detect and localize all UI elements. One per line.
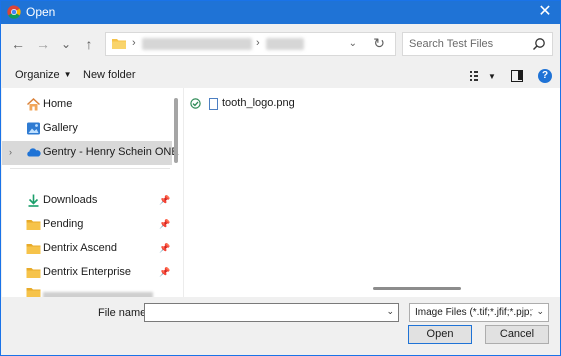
- view-options-icon[interactable]: [470, 70, 484, 82]
- command-bar: Organize ▼ New folder ▼ ?: [1, 65, 560, 87]
- divider: [10, 168, 170, 169]
- download-icon: [28, 194, 39, 207]
- gallery-icon: [27, 122, 40, 135]
- folder-icon: [26, 220, 41, 230]
- folder-icon: [112, 39, 126, 49]
- breadcrumb-chevron-icon: ›: [256, 37, 260, 49]
- sidebar-item-dentrix-ascend[interactable]: Dentrix Ascend 📌: [2, 237, 172, 261]
- navigation-pane: Home Gallery › Gentry - Henry Schein ONE: [2, 88, 184, 297]
- folder-icon: [26, 288, 41, 297]
- preview-pane-icon[interactable]: [511, 70, 523, 82]
- chevron-down-icon[interactable]: ⌄: [386, 306, 394, 317]
- new-folder-button[interactable]: New folder: [83, 69, 136, 81]
- search-box[interactable]: Search Test Files: [402, 32, 553, 56]
- address-dropdown-icon[interactable]: ⌄: [349, 38, 357, 49]
- organize-button[interactable]: Organize ▼: [15, 69, 72, 81]
- close-button[interactable]: ✕: [536, 3, 554, 21]
- file-list: tooth_logo.png: [184, 88, 560, 297]
- up-button[interactable]: ↑: [80, 35, 98, 53]
- breadcrumb-item-blurred[interactable]: [266, 38, 304, 50]
- breadcrumb-item-blurred[interactable]: [142, 38, 252, 50]
- sidebar-item-label: Home: [43, 98, 73, 110]
- sidebar-item-label: Dentrix Enterprise: [43, 266, 132, 278]
- folder-icon: [26, 244, 41, 254]
- help-icon[interactable]: ?: [538, 69, 552, 83]
- chevron-down-icon[interactable]: ⌄: [536, 306, 544, 317]
- pin-icon: 📌: [159, 195, 171, 205]
- caret-down-icon: ▼: [63, 70, 72, 79]
- sidebar-item-label: Pending: [43, 218, 84, 230]
- sidebar-item-downloads[interactable]: Downloads 📌: [2, 189, 172, 213]
- file-type-select[interactable]: Image Files (*.tif;*.jfif;*.pjp;*.apng ⌄: [409, 303, 549, 322]
- file-name-label: File name:: [98, 307, 150, 319]
- address-bar[interactable]: › › ⌄ ↻: [105, 32, 396, 56]
- sidebar-item-dentrix-enterprise[interactable]: Dentrix Enterprise 📌: [2, 261, 172, 285]
- sidebar-item-label: Downloads: [43, 194, 98, 206]
- open-dialog: Open ✕ ← → ⌄ ↑ › › ⌄ ↻ Search Test Files…: [0, 0, 561, 356]
- back-button[interactable]: ←: [9, 35, 27, 53]
- vertical-scrollbar[interactable]: [174, 98, 178, 163]
- sidebar-item-gentry-onedrive[interactable]: › Gentry - Henry Schein ONE: [2, 141, 179, 165]
- file-name: tooth_logo.png: [222, 97, 295, 109]
- forward-button[interactable]: →: [34, 35, 52, 53]
- open-button[interactable]: Open: [408, 325, 472, 344]
- sync-status-icon: [190, 98, 201, 109]
- png-file-icon: [209, 98, 218, 110]
- recent-locations-button[interactable]: ⌄: [57, 35, 75, 53]
- horizontal-scrollbar[interactable]: [373, 287, 461, 290]
- cancel-button[interactable]: Cancel: [485, 325, 549, 344]
- sidebar-item-gallery[interactable]: Gallery: [2, 117, 172, 141]
- search-icon: [533, 38, 545, 50]
- pin-icon: 📌: [159, 243, 171, 253]
- file-name-input[interactable]: ⌄: [144, 303, 399, 322]
- breadcrumb-chevron-icon: ›: [132, 37, 136, 49]
- home-icon: [26, 97, 41, 111]
- sidebar-item-pending[interactable]: Pending 📌: [2, 213, 172, 237]
- onedrive-cloud-icon: [27, 148, 41, 157]
- folder-icon: [26, 268, 41, 278]
- search-placeholder: Search Test Files: [409, 38, 494, 50]
- file-type-value: Image Files (*.tif;*.jfif;*.pjp;*.apng: [415, 307, 533, 318]
- refresh-button[interactable]: ↻: [373, 35, 385, 52]
- sidebar-item-label: Gallery: [43, 122, 78, 134]
- sidebar-item-label: Dentrix Ascend: [43, 242, 117, 254]
- title-bar: Open ✕: [1, 1, 560, 24]
- expand-chevron-icon[interactable]: ›: [9, 147, 12, 157]
- list-item[interactable]: tooth_logo.png: [190, 96, 390, 114]
- pin-icon: 📌: [159, 219, 171, 229]
- view-caret-icon[interactable]: ▼: [488, 72, 496, 81]
- dialog-title: Open: [26, 5, 56, 19]
- pin-icon: 📌: [159, 267, 171, 277]
- sidebar-item-label: Gentry - Henry Schein ONE: [43, 146, 179, 158]
- organize-label: Organize: [15, 69, 60, 81]
- chrome-icon: [7, 5, 21, 19]
- sidebar-item-partial[interactable]: [43, 292, 153, 297]
- sidebar-item-home[interactable]: Home: [2, 93, 172, 117]
